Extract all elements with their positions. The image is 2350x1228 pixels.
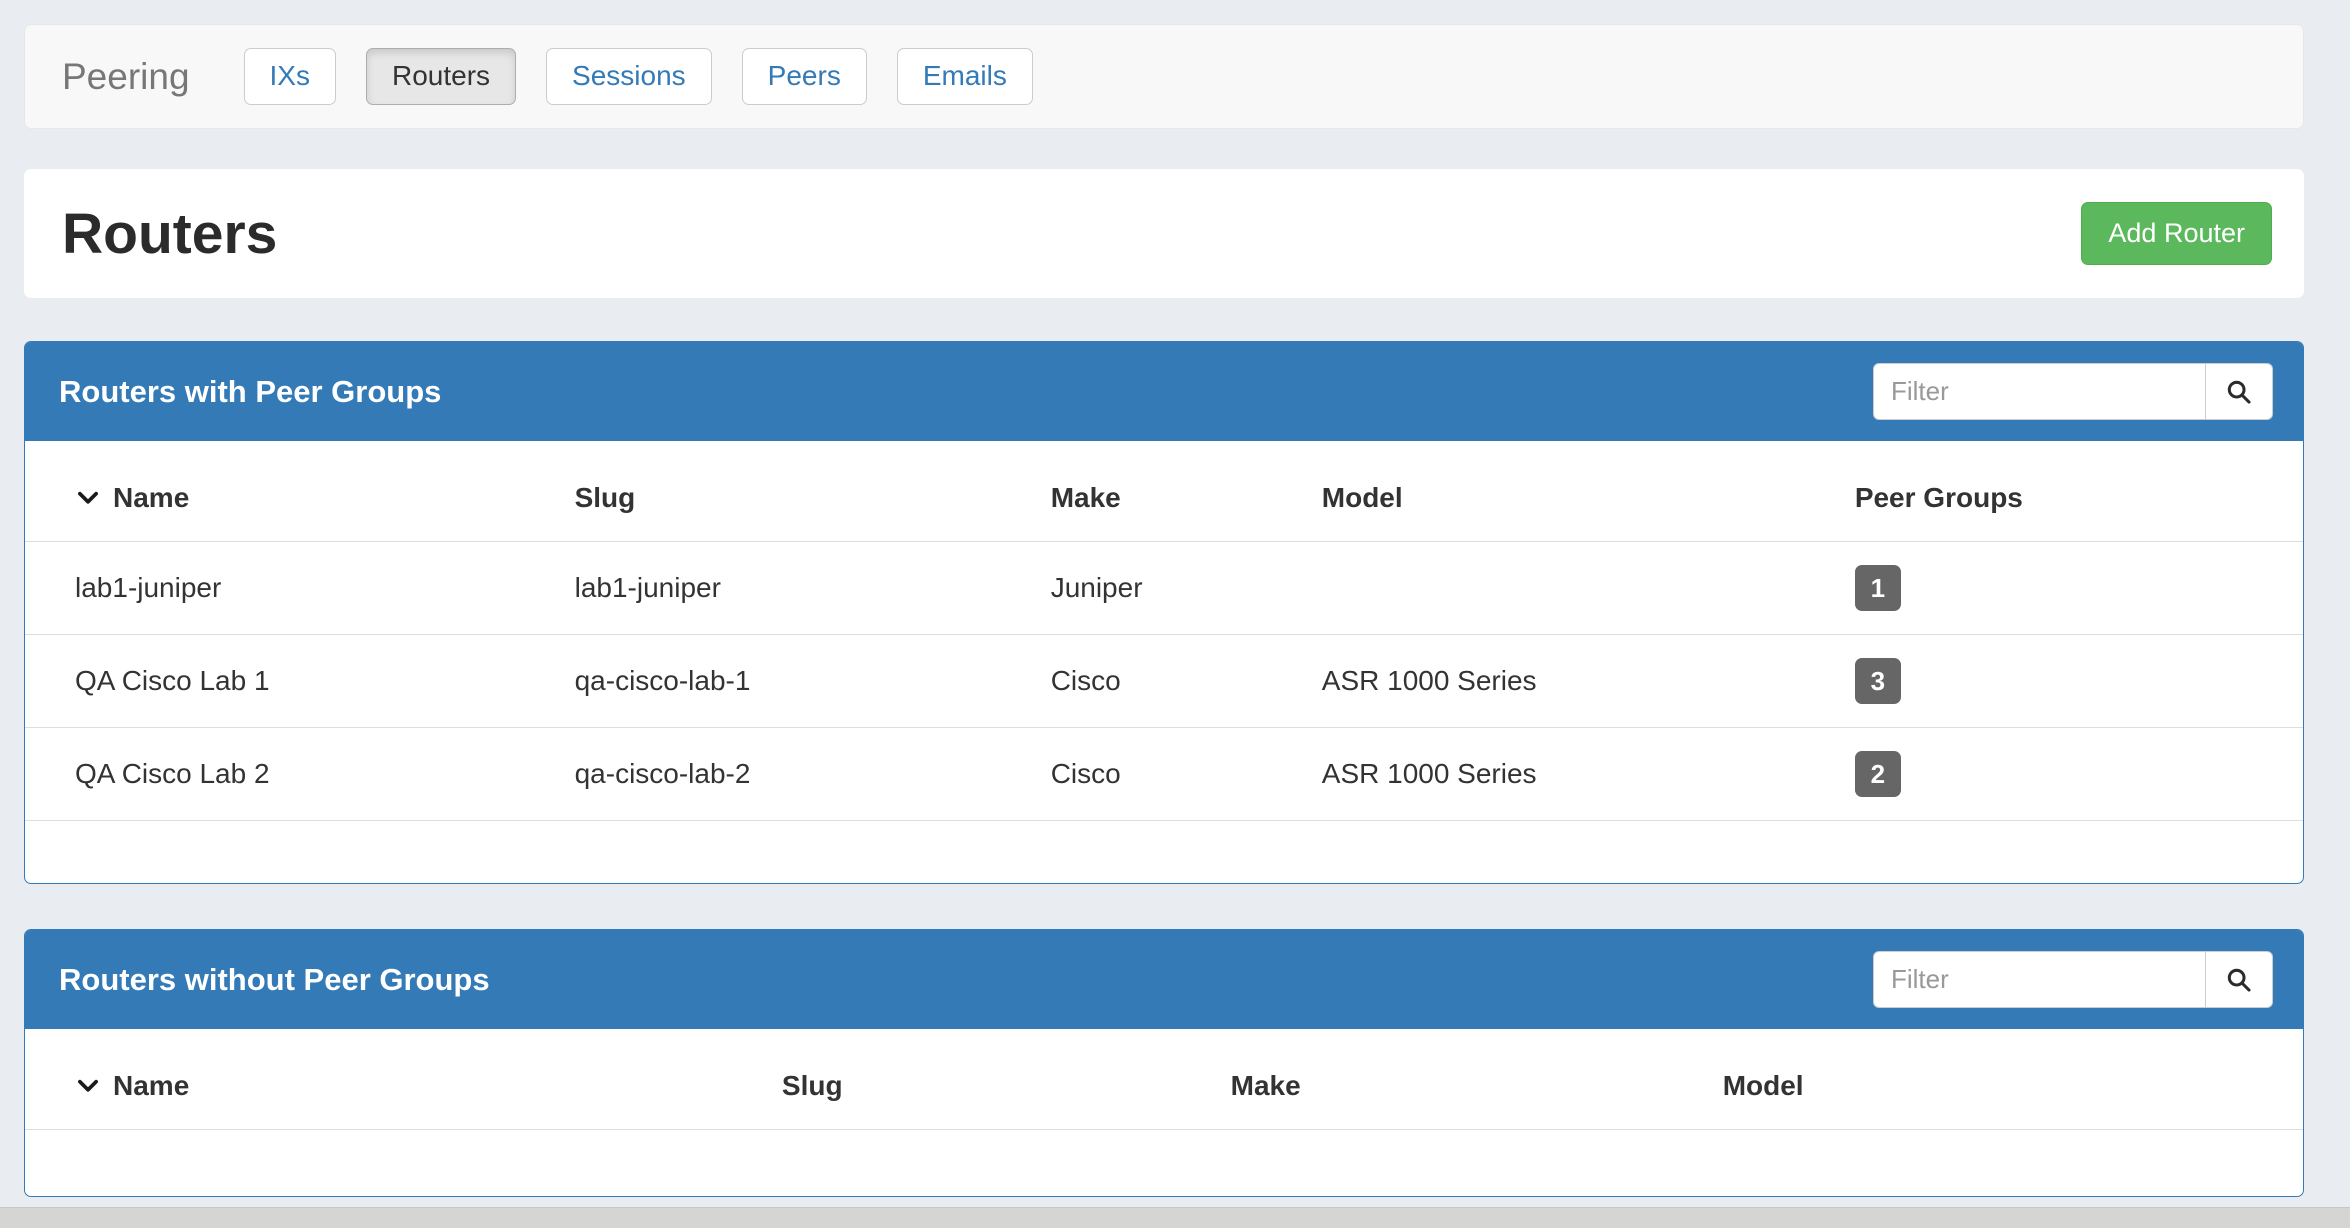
column-header-name[interactable]: Name — [25, 441, 563, 542]
nav-button-routers[interactable]: Routers — [366, 48, 516, 105]
column-header-name[interactable]: Name — [25, 1029, 770, 1130]
window-bottom-edge — [0, 1207, 2350, 1228]
column-header-model[interactable]: Model — [1711, 1029, 2303, 1130]
cell-make: Juniper — [1039, 542, 1310, 635]
cell-slug: qa-cisco-lab-1 — [563, 635, 1039, 728]
panel-title: Routers with Peer Groups — [59, 374, 441, 410]
chevron-down-icon — [75, 485, 101, 511]
cell-slug: lab1-juniper — [563, 542, 1039, 635]
panel-routers-with-peer-groups: Routers with Peer Groups — [24, 341, 2304, 884]
filter-group — [1873, 951, 2273, 1008]
panel-title: Routers without Peer Groups — [59, 962, 490, 998]
brand[interactable]: Peering — [62, 56, 190, 98]
filter-input[interactable] — [1873, 363, 2206, 420]
nav-button-sessions[interactable]: Sessions — [546, 48, 712, 105]
search-icon — [2225, 378, 2253, 406]
page-header: Routers Add Router — [24, 169, 2304, 298]
column-header-model[interactable]: Model — [1310, 441, 1843, 542]
navbar: Peering IXs Routers Sessions Peers Email… — [24, 24, 2304, 129]
panel-routers-without-peer-groups: Routers without Peer Groups — [24, 929, 2304, 1197]
column-header-peer-groups[interactable]: Peer Groups — [1843, 441, 2303, 542]
panel-heading: Routers without Peer Groups — [25, 930, 2303, 1029]
nav-button-emails[interactable]: Emails — [897, 48, 1033, 105]
panel-heading: Routers with Peer Groups — [25, 342, 2303, 441]
nav-button-ixs[interactable]: IXs — [244, 48, 336, 105]
column-header-make[interactable]: Make — [1219, 1029, 1711, 1130]
table-row: QA Cisco Lab 1 qa-cisco-lab-1 Cisco ASR … — [25, 635, 2303, 728]
routers-without-peer-groups-table: Name Slug Make Model — [25, 1029, 2303, 1130]
cell-name: QA Cisco Lab 2 — [25, 728, 563, 821]
cell-slug: qa-cisco-lab-2 — [563, 728, 1039, 821]
cell-name: QA Cisco Lab 1 — [25, 635, 563, 728]
peer-groups-badge: 1 — [1855, 565, 1901, 611]
table-header-row: Name Slug Make Model — [25, 1029, 2303, 1130]
search-button[interactable] — [2206, 951, 2273, 1008]
table-row: QA Cisco Lab 2 qa-cisco-lab-2 Cisco ASR … — [25, 728, 2303, 821]
cell-model: ASR 1000 Series — [1310, 635, 1843, 728]
search-button[interactable] — [2206, 363, 2273, 420]
cell-model: ASR 1000 Series — [1310, 728, 1843, 821]
peer-groups-badge: 2 — [1855, 751, 1901, 797]
search-icon — [2225, 966, 2253, 994]
filter-input[interactable] — [1873, 951, 2206, 1008]
chevron-down-icon — [75, 1073, 101, 1099]
cell-model — [1310, 542, 1843, 635]
cell-peer-groups: 2 — [1843, 728, 2303, 821]
nav-button-peers[interactable]: Peers — [742, 48, 867, 105]
cell-peer-groups: 3 — [1843, 635, 2303, 728]
table-header-row: Name Slug Make Model Peer Groups — [25, 441, 2303, 542]
table-row: lab1-juniper lab1-juniper Juniper 1 — [25, 542, 2303, 635]
cell-peer-groups: 1 — [1843, 542, 2303, 635]
cell-name: lab1-juniper — [25, 542, 563, 635]
column-header-slug[interactable]: Slug — [563, 441, 1039, 542]
cell-make: Cisco — [1039, 635, 1310, 728]
filter-group — [1873, 363, 2273, 420]
column-header-slug[interactable]: Slug — [770, 1029, 1219, 1130]
cell-make: Cisco — [1039, 728, 1310, 821]
routers-with-peer-groups-table: Name Slug Make Model Peer Groups lab1-ju… — [25, 441, 2303, 821]
column-header-make[interactable]: Make — [1039, 441, 1310, 542]
add-router-button[interactable]: Add Router — [2081, 202, 2272, 266]
page-title: Routers — [62, 201, 277, 267]
peer-groups-badge: 3 — [1855, 658, 1901, 704]
